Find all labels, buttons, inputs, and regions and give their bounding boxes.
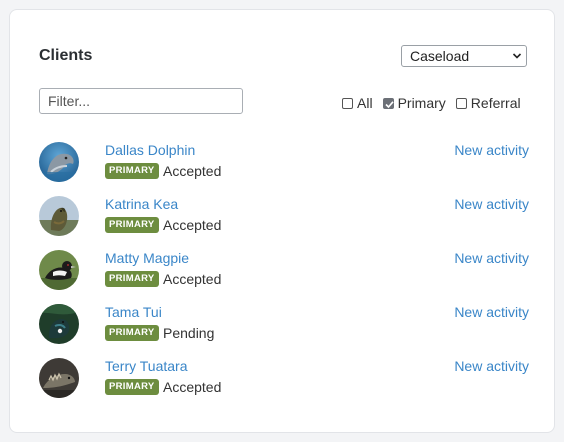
checkbox-primary[interactable]: Primary xyxy=(382,95,446,111)
panel-title: Clients xyxy=(39,47,93,64)
checkbox-primary-label: Primary xyxy=(397,95,446,111)
status-text: Pending xyxy=(163,325,215,341)
filter-input[interactable] xyxy=(39,88,243,114)
primary-badge: PRIMARY xyxy=(105,163,159,179)
kea-photo-icon xyxy=(39,196,79,236)
new-activity-link[interactable]: New activity xyxy=(454,304,529,320)
magpie-photo-icon xyxy=(39,250,79,290)
checkbox-all-box[interactable] xyxy=(342,97,353,109)
view-select-value: Caseload xyxy=(410,48,470,64)
new-activity-link[interactable]: New activity xyxy=(454,250,529,266)
primary-badge: PRIMARY xyxy=(105,217,159,233)
checkbox-referral[interactable]: Referral xyxy=(455,95,521,111)
status-text: Accepted xyxy=(163,163,222,179)
chevron-down-icon xyxy=(512,53,522,59)
client-name-link[interactable]: Matty Magpie xyxy=(105,250,189,266)
client-name-link[interactable]: Terry Tuatara xyxy=(105,358,187,374)
primary-badge: PRIMARY xyxy=(105,325,159,341)
client-name-link[interactable]: Tama Tui xyxy=(105,304,162,320)
new-activity-link[interactable]: New activity xyxy=(454,196,529,212)
avatar[interactable] xyxy=(39,250,79,290)
status-text: Accepted xyxy=(163,271,222,287)
avatar[interactable] xyxy=(39,304,79,344)
client-name-link[interactable]: Katrina Kea xyxy=(105,196,178,212)
client-row: Matty Magpie PRIMARY Accepted New activi… xyxy=(39,250,529,296)
checkmark-icon xyxy=(384,100,394,108)
primary-badge: PRIMARY xyxy=(105,271,159,287)
status-text: Accepted xyxy=(163,379,222,395)
checkbox-all[interactable]: All xyxy=(342,95,373,111)
checkbox-referral-label: Referral xyxy=(470,95,521,111)
client-row: Dallas Dolphin PRIMARY Accepted New acti… xyxy=(39,142,529,188)
client-row: Terry Tuatara PRIMARY Accepted New activ… xyxy=(39,358,529,404)
checkbox-group: All Primary Referral xyxy=(342,95,521,111)
avatar[interactable] xyxy=(39,358,79,398)
dolphin-photo-icon xyxy=(39,142,79,182)
checkbox-primary-box[interactable] xyxy=(382,97,394,109)
status-text: Accepted xyxy=(163,217,222,233)
tuatara-photo-icon xyxy=(39,358,79,398)
checkbox-all-label: All xyxy=(357,95,373,111)
client-row: Tama Tui PRIMARY Pending New activity xyxy=(39,304,529,350)
new-activity-link[interactable]: New activity xyxy=(454,358,529,374)
clients-panel: Clients Caseload All Primary Referral xyxy=(9,9,555,433)
client-name-link[interactable]: Dallas Dolphin xyxy=(105,142,195,158)
avatar[interactable] xyxy=(39,142,79,182)
tui-photo-icon xyxy=(39,304,79,344)
checkbox-referral-box[interactable] xyxy=(455,97,467,109)
client-row: Katrina Kea PRIMARY Accepted New activit… xyxy=(39,196,529,242)
view-select[interactable]: Caseload xyxy=(401,45,527,67)
new-activity-link[interactable]: New activity xyxy=(454,142,529,158)
primary-badge: PRIMARY xyxy=(105,379,159,395)
avatar[interactable] xyxy=(39,196,79,236)
